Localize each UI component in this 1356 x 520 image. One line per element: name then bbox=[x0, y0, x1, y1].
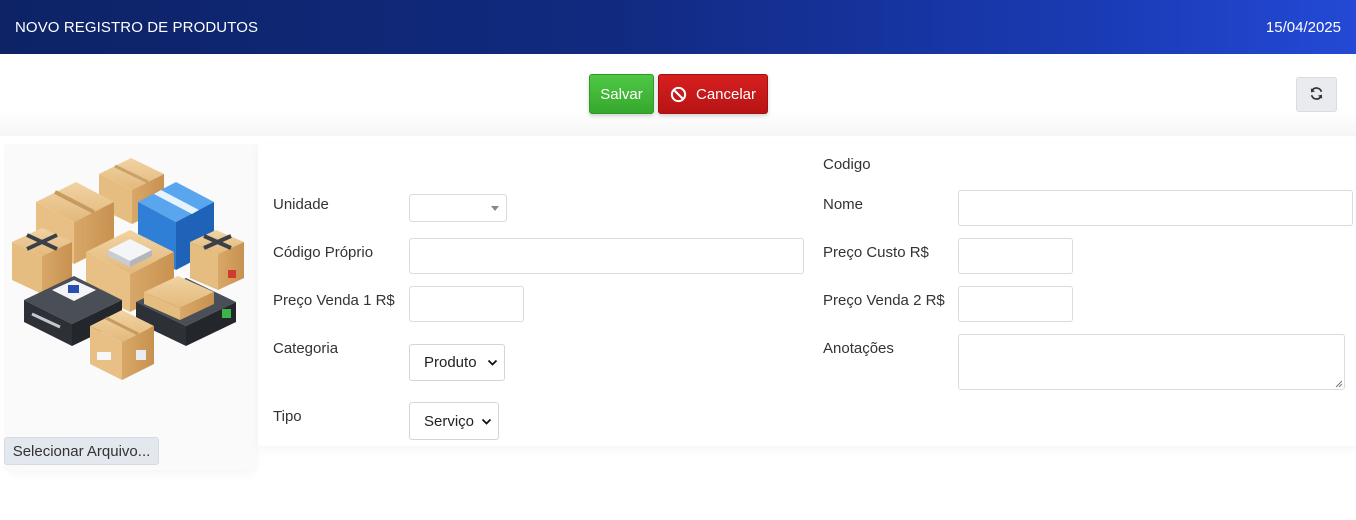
tipo-label: Tipo bbox=[273, 408, 302, 425]
codigo-proprio-input[interactable] bbox=[409, 238, 804, 274]
dropdown-arrow-icon bbox=[491, 206, 499, 211]
anotacoes-wrapper bbox=[958, 334, 1345, 390]
categoria-label: Categoria bbox=[273, 340, 339, 357]
preco-venda-2-input[interactable] bbox=[958, 286, 1073, 322]
nome-label: Nome bbox=[823, 196, 864, 213]
unidade-select[interactable] bbox=[409, 194, 507, 222]
page-title: NOVO REGISTRO DE PRODUTOS bbox=[15, 18, 259, 36]
top-bar: NOVO REGISTRO DE PRODUTOS 15/04/2025 bbox=[0, 0, 1356, 54]
preco-custo-input[interactable] bbox=[958, 238, 1073, 274]
preco-venda-2-label: Preço Venda 2 R$ bbox=[823, 292, 945, 309]
boxes-illustration-icon bbox=[4, 144, 258, 400]
save-button[interactable]: Salvar bbox=[589, 74, 654, 114]
codigo-label: Codigo bbox=[823, 156, 871, 173]
select-file-button[interactable]: Selecionar Arquivo... bbox=[4, 437, 159, 465]
current-date: 15/04/2025 bbox=[1265, 18, 1341, 36]
action-bar: Salvar Cancelar bbox=[0, 54, 1356, 136]
tipo-select[interactable]: Serviço bbox=[409, 402, 499, 440]
categoria-select[interactable]: Produto bbox=[409, 344, 505, 381]
preco-venda-1-label: Preço Venda 1 R$ bbox=[273, 292, 395, 309]
refresh-button[interactable] bbox=[1296, 77, 1337, 112]
anotacoes-label: Anotações bbox=[823, 340, 894, 357]
product-form: Unidade Código Próprio Preço Venda 1 R$ … bbox=[258, 144, 1356, 446]
chevron-down-icon bbox=[481, 413, 492, 430]
tipo-value: Serviço bbox=[424, 412, 475, 430]
product-image-panel: Selecionar Arquivo... bbox=[4, 144, 258, 470]
cancel-button-label: Cancelar bbox=[695, 85, 757, 103]
anotacoes-textarea[interactable] bbox=[958, 334, 1345, 390]
unidade-label: Unidade bbox=[273, 196, 329, 213]
preco-custo-label: Preço Custo R$ bbox=[823, 244, 929, 261]
resize-grip-icon[interactable] bbox=[1335, 380, 1343, 388]
ban-icon bbox=[670, 86, 687, 103]
preco-venda-1-input[interactable] bbox=[409, 286, 524, 322]
refresh-icon bbox=[1309, 86, 1324, 104]
categoria-value: Produto bbox=[424, 354, 477, 371]
nome-input[interactable] bbox=[958, 190, 1353, 226]
chevron-down-icon bbox=[487, 354, 498, 371]
codigo-proprio-label: Código Próprio bbox=[273, 244, 374, 261]
cancel-button[interactable]: Cancelar bbox=[658, 74, 768, 114]
